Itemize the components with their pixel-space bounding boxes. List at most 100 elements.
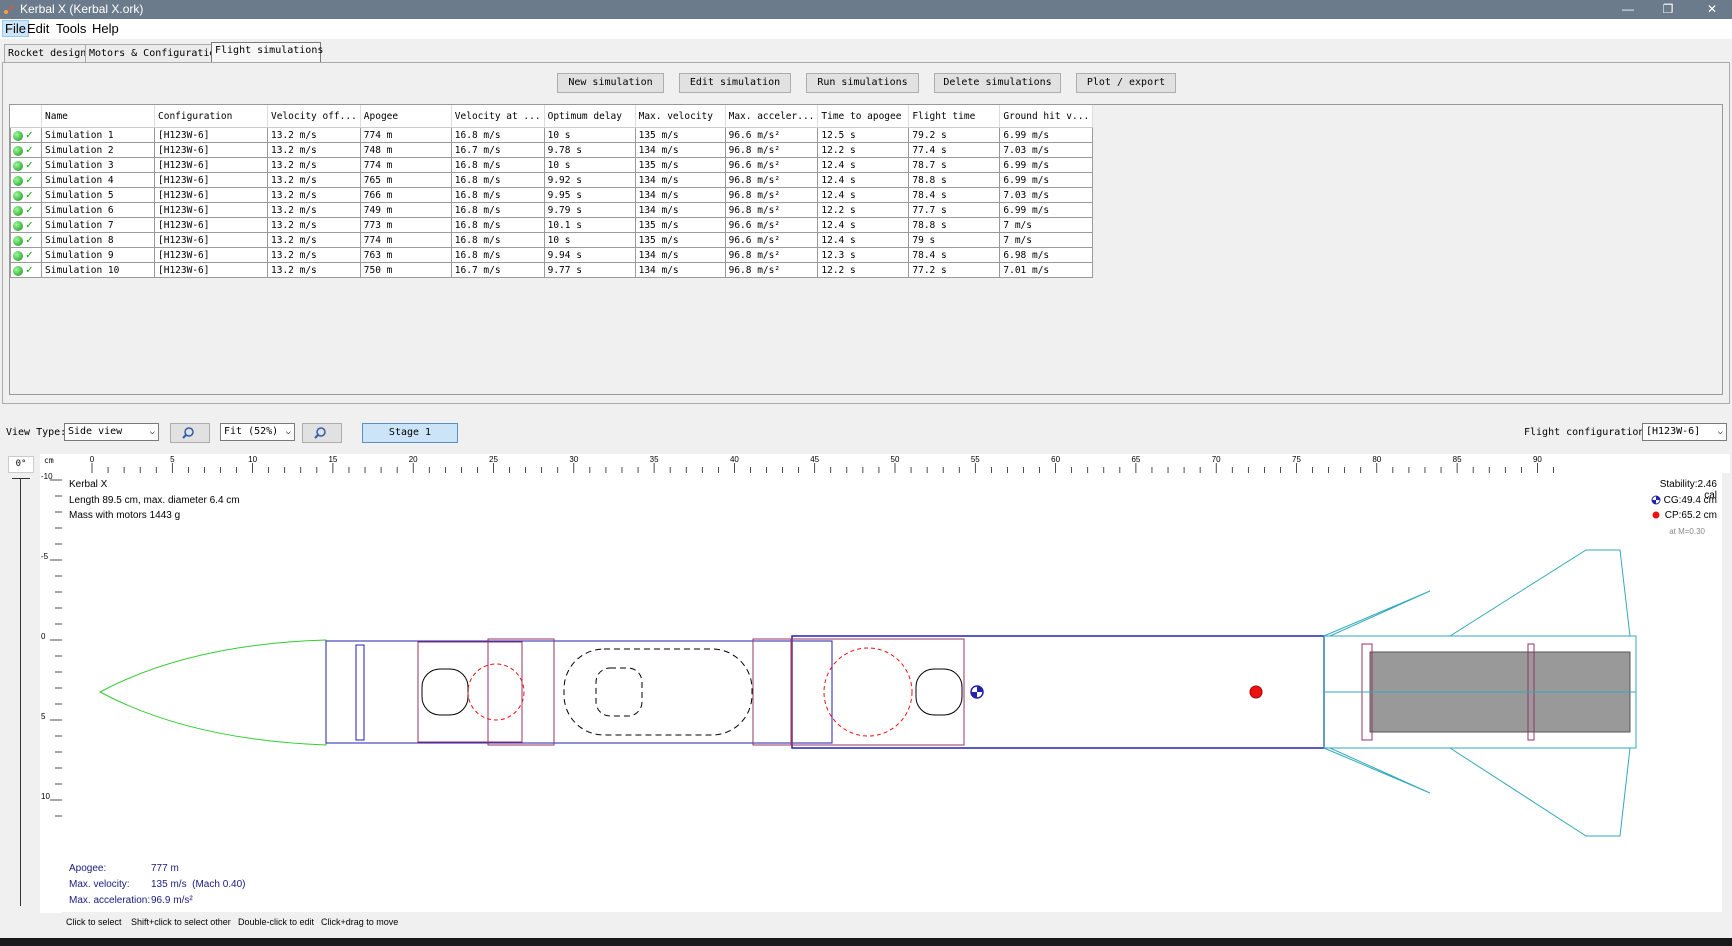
menu-file[interactable]: File [2,20,29,37]
rocket-figure[interactable] [40,456,1722,912]
chevron-down-icon: ⌵ [1717,427,1723,437]
column-header[interactable]: Configuration [154,105,268,128]
table-cell: 766 m [359,187,452,203]
table-cell: 6.99 m/s [999,172,1094,188]
table-cell: 10 s [543,157,636,173]
close-button[interactable]: ✕ [1694,0,1730,19]
table-cell: 135 m/s [634,127,726,143]
rotation-slider-handle[interactable] [12,478,30,479]
view-type-value: Side view [68,426,123,437]
ruler-label: 65 [1131,455,1140,464]
column-header[interactable]: Ground hit v... [999,105,1094,128]
upper-body-tube[interactable] [325,640,833,744]
ruler-label: 0 [90,455,95,464]
table-cell: 77.2 s [908,262,1001,278]
menu-edit[interactable]: Edit [27,21,49,36]
app-icon [4,5,14,14]
table-row[interactable]: ✓ Simulation 5 [H123W-6] 13.2 m/s 766 m 16.8 … [10,187,1094,203]
column-header[interactable]: Velocity off... [267,105,361,128]
table-row[interactable]: ✓ Simulation 9 [H123W-6] 13.2 m/s 763 m 16.8 … [10,247,1094,263]
table-cell: 774 m [359,157,452,173]
table-cell: 749 m [359,202,452,218]
zoom-value: Fit (52%) [224,426,279,437]
column-header[interactable]: Name [41,105,155,128]
zoom-in-button[interactable] [170,423,210,443]
new-simulation-button[interactable]: New simulation [557,73,664,93]
table-row[interactable]: ✓ Simulation 10 [H123W-6] 13.2 m/s 750 m 16.7… [10,262,1094,278]
checkmark-icon: ✓ [26,203,33,217]
rocket-drawing[interactable] [40,456,1722,912]
tab-motors-configuration[interactable]: Motors & Configuration [85,44,221,62]
table-cell: 9.77 s [543,262,636,278]
shoulder-shape [355,644,365,741]
column-header[interactable]: Flight time [908,105,1001,128]
table-cell: 6.99 m/s [999,127,1094,143]
hint-shift-click: Shift+click to select other [131,917,231,927]
table-row[interactable]: ✓ Simulation 1 [H123W-6] 13.2 m/s 774 m 16.8 … [10,127,1094,143]
column-header[interactable]: Velocity at ... [451,105,545,128]
column-header[interactable]: Apogee [360,105,452,128]
table-row[interactable]: ✓ Simulation 2 [H123W-6] 13.2 m/s 748 m 16.7 … [10,142,1094,158]
table-cell: 78.8 s [908,217,1001,233]
ruler-label: 70 [1212,455,1221,464]
column-header[interactable]: Optimum delay [544,105,636,128]
checkmark-icon: ✓ [26,143,33,157]
menu-help[interactable]: Help [92,21,119,36]
table-row[interactable]: ✓ Simulation 8 [H123W-6] 13.2 m/s 774 m 16.8 … [10,232,1094,248]
tab-flight-simulations[interactable]: Flight simulations [211,42,323,64]
rotation-slider-track[interactable] [20,478,21,906]
table-row[interactable]: ✓ Simulation 7 [H123W-6] 13.2 m/s 773 m 16.8 … [10,217,1094,233]
status-cell: ✓ [10,202,42,218]
ruler-label: 75 [1292,455,1301,464]
view-type-label: View Type: [6,427,67,438]
lower-body-tube[interactable] [791,635,1325,749]
coupler-shape [417,641,523,743]
menu-bar: File Edit Tools Help [0,19,1732,39]
table-row[interactable]: ✓ Simulation 6 [H123W-6] 13.2 m/s 749 m 16.8 … [10,202,1094,218]
table-cell: 79 s [908,232,1001,248]
rotation-value[interactable]: 0° [8,456,34,473]
table-cell: 134 m/s [634,172,726,188]
delete-simulations-button[interactable]: Delete simulations [934,73,1061,93]
table-cell: Simulation 1 [41,127,155,143]
table-cell: Simulation 9 [41,247,155,263]
ruler-label: 85 [1453,455,1462,464]
zoom-out-button[interactable] [302,423,342,443]
simulations-panel: New simulation Edit simulation Run simul… [2,62,1730,404]
column-header[interactable]: Max. velocity [635,105,726,128]
parachute-shape [467,663,525,721]
column-header[interactable]: Time to apogee [817,105,910,128]
nose-cone-shape[interactable] [98,639,327,746]
checkmark-icon: ✓ [26,188,33,202]
ruler-label: 90 [1533,455,1542,464]
status-ok-icon [13,235,23,246]
checkmark-icon: ✓ [26,263,33,277]
plot-export-button[interactable]: Plot / export [1076,73,1176,93]
table-cell: 12.5 s [817,127,910,143]
menu-tools[interactable]: Tools [56,21,86,36]
table-cell: 96.8 m/s² [724,187,819,203]
column-header[interactable]: Max. acceler... [725,105,819,128]
minimize-button[interactable]: — [1610,0,1646,19]
table-row[interactable]: ✓ Simulation 4 [H123W-6] 13.2 m/s 765 m 16.8 … [10,172,1094,188]
table-cell: 9.78 s [543,142,636,158]
table-cell: 16.8 m/s [450,172,545,188]
restore-button[interactable]: ❐ [1650,0,1686,19]
edit-simulation-button[interactable]: Edit simulation [679,73,791,93]
table-cell: 135 m/s [634,217,726,233]
zoom-select[interactable]: Fit (52%) ⌵ [220,423,295,441]
table-row[interactable]: ✓ Simulation 3 [H123W-6] 13.2 m/s 774 m 16.8 … [10,157,1094,173]
flight-configuration-select[interactable]: [H123W-6] ⌵ [1642,423,1727,441]
table-cell: 96.6 m/s² [724,217,819,233]
table-cell: 7.01 m/s [999,262,1094,278]
table-cell: 79.2 s [908,127,1001,143]
ruler-label: 80 [1372,455,1381,464]
run-simulations-button[interactable]: Run simulations [806,73,919,93]
status-ok-icon [13,175,23,186]
view-type-select[interactable]: Side view ⌵ [64,423,159,441]
ruler-label: 0 [41,632,46,641]
tab-rocket-design[interactable]: Rocket design [4,44,88,62]
table-cell: 750 m [359,262,452,278]
status-ok-icon [13,145,23,156]
stage-1-toggle[interactable]: Stage 1 [362,423,458,443]
